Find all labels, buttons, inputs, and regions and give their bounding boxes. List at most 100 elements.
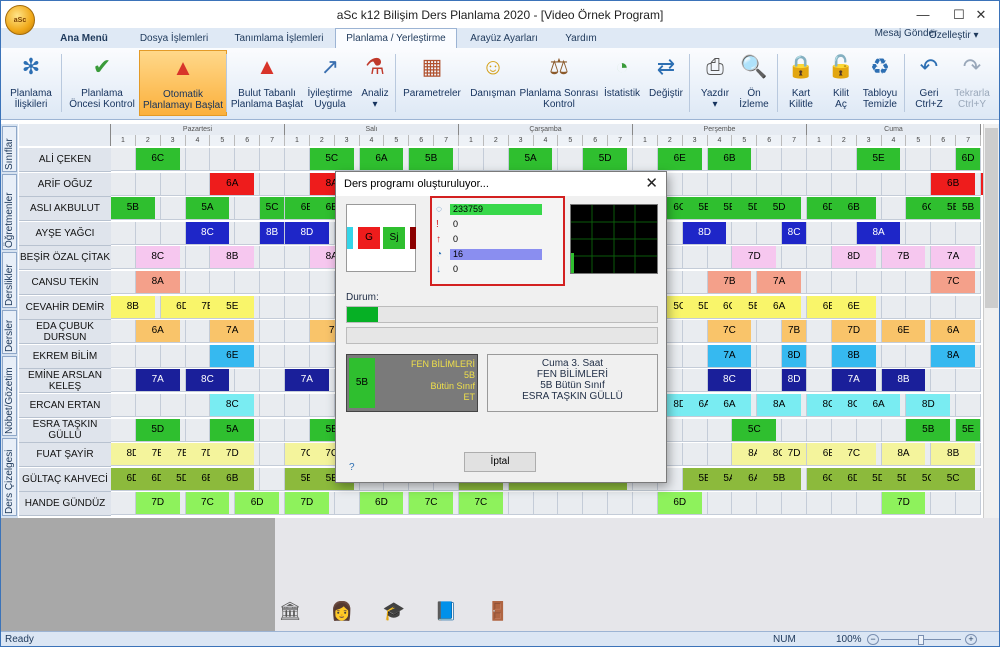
side-tab-0[interactable]: Sınıflar [2,126,17,172]
timetable-cell[interactable] [856,418,882,442]
timetable-cell[interactable] [309,394,335,417]
timetable-cell[interactable] [807,271,832,294]
lesson-card[interactable]: 6B [831,197,876,220]
timetable-cell[interactable] [235,221,261,245]
lesson-card[interactable]: 8A [856,221,901,244]
tab-4[interactable]: Arayüz Ayarları [459,30,549,48]
tab-2[interactable]: Tanımlama İşlemleri [225,30,333,48]
close-button[interactable]: ✕ [963,1,999,28]
timetable-cell[interactable] [707,492,733,516]
lesson-card[interactable]: 8D [682,221,727,244]
timetable-cell[interactable] [807,418,832,442]
lesson-card[interactable]: 7A [831,369,876,392]
tab-1[interactable]: Dosya İşlemleri [123,30,225,48]
lesson-card[interactable]: 8B [111,295,155,318]
lesson-card[interactable]: 5B [757,467,802,490]
ribbon-unlock-button[interactable]: 🔓 Kilit Aç [823,50,859,116]
timetable-cell[interactable] [856,172,882,196]
timetable-cell[interactable] [334,492,360,516]
lesson-card[interactable]: 7B [707,271,752,293]
timetable-cell[interactable] [831,221,857,245]
lesson-card[interactable]: 7B [881,246,926,269]
lesson-card[interactable]: 7D [782,443,806,466]
lesson-card[interactable]: 7C [459,492,503,515]
lesson-card[interactable]: 8B [931,443,976,466]
timetable-cell[interactable] [707,172,733,196]
timetable-cell[interactable] [160,394,186,417]
timetable-cell[interactable] [285,271,310,294]
lesson-card[interactable]: 6D [657,492,702,515]
timetable-cell[interactable] [285,320,310,344]
lesson-card[interactable]: 5C [732,418,777,441]
teacher-name[interactable]: EMİNE ARSLAN KELEŞ [19,369,111,394]
ribbon-magic-wand-button[interactable]: ↗ İyileştirme Uygula [305,50,355,116]
teacher-name[interactable]: EDA ÇUBUK DURSUN [19,320,111,345]
lesson-card[interactable]: 5C [931,467,976,490]
lesson-card[interactable]: 6E [210,344,255,367]
timetable-cell[interactable] [260,295,285,319]
timetable-cell[interactable] [807,320,832,344]
lesson-card[interactable]: 7D [881,492,926,515]
help-button[interactable]: ? [349,462,355,473]
lesson-card[interactable]: 8D [831,246,876,269]
timetable-cell[interactable] [807,344,832,368]
timetable-cell[interactable] [309,344,335,368]
zoom-in-button[interactable]: + [965,634,977,645]
graduation-cap-icon[interactable]: 🎓 [381,598,407,624]
ribbon-abacus-button[interactable]: ▦ Parametreler [400,50,464,116]
timetable-cell[interactable] [906,271,932,294]
timetable-cell[interactable] [260,418,285,442]
timetable-cell[interactable] [931,221,957,245]
timetable-cell[interactable] [956,492,981,516]
timetable-cell[interactable] [782,148,807,171]
timetable-cell[interactable] [160,221,186,245]
timetable-cell[interactable] [881,344,907,368]
teacher-name[interactable]: ARİF OĞUZ [19,172,111,197]
timetable-cell[interactable] [210,271,236,294]
timetable-cell[interactable] [135,344,161,368]
lesson-card[interactable]: 7A [757,271,802,293]
timetable-cell[interactable] [807,221,832,245]
ribbon-pie-chart-button[interactable]: ◔ İstatistik [601,50,643,116]
timetable-cell[interactable] [285,172,310,196]
tab-0[interactable]: Ana Menü [53,30,115,48]
vertical-scrollbar[interactable] [983,124,999,518]
lesson-card[interactable]: 6C [135,148,180,170]
timetable-cell[interactable] [111,271,136,294]
lesson-card[interactable]: 7A [210,320,255,343]
ribbon-redo-button[interactable]: ↷ Tekrarla Ctrl+Y [949,50,995,116]
timetable-cell[interactable] [111,369,136,393]
timetable-cell[interactable] [533,492,559,516]
timetable-cell[interactable] [931,148,957,171]
timetable-cell[interactable] [260,172,285,196]
teacher-name[interactable]: ERCAN ERTAN [19,394,111,418]
lesson-card[interactable]: 5A [210,418,255,441]
timetable-cell[interactable] [260,369,285,393]
lesson-card[interactable]: 5B [111,197,155,220]
timetable-cell[interactable] [757,221,783,245]
timetable-cell[interactable] [558,492,584,516]
ribbon-check-circle-button[interactable]: ✔ Planlama Öncesi Kontrol [63,50,141,116]
book-icon[interactable]: 📘 [433,598,459,624]
lesson-card[interactable]: 5E [210,295,255,318]
timetable-cell[interactable] [111,172,136,196]
ribbon-swap-user-button[interactable]: ⇄ Değiştir [645,50,687,116]
lesson-card[interactable]: 6A [707,394,752,416]
lesson-card[interactable]: 8B [260,221,284,244]
timetable-cell[interactable] [260,148,285,171]
timetable-cell[interactable] [185,418,211,442]
timetable-cell[interactable] [111,148,136,171]
timetable-cell[interactable] [956,295,981,319]
lesson-card[interactable]: 5D [583,148,628,170]
teacher-name[interactable]: EKREM BİLİM [19,344,111,369]
timetable-cell[interactable] [707,246,733,270]
timetable-cell[interactable] [732,221,758,245]
timetable-cell[interactable] [210,148,236,171]
tab-5[interactable]: Yardım [553,30,609,48]
lesson-card[interactable]: 5A [508,148,553,170]
lesson-card[interactable]: 8B [881,369,926,392]
timetable-cell[interactable] [956,221,981,245]
timetable-cell[interactable] [185,148,211,171]
side-tab-1[interactable]: Öğretmenler [2,174,17,250]
teacher-name[interactable]: CEVAHİR DEMİR [19,295,111,320]
